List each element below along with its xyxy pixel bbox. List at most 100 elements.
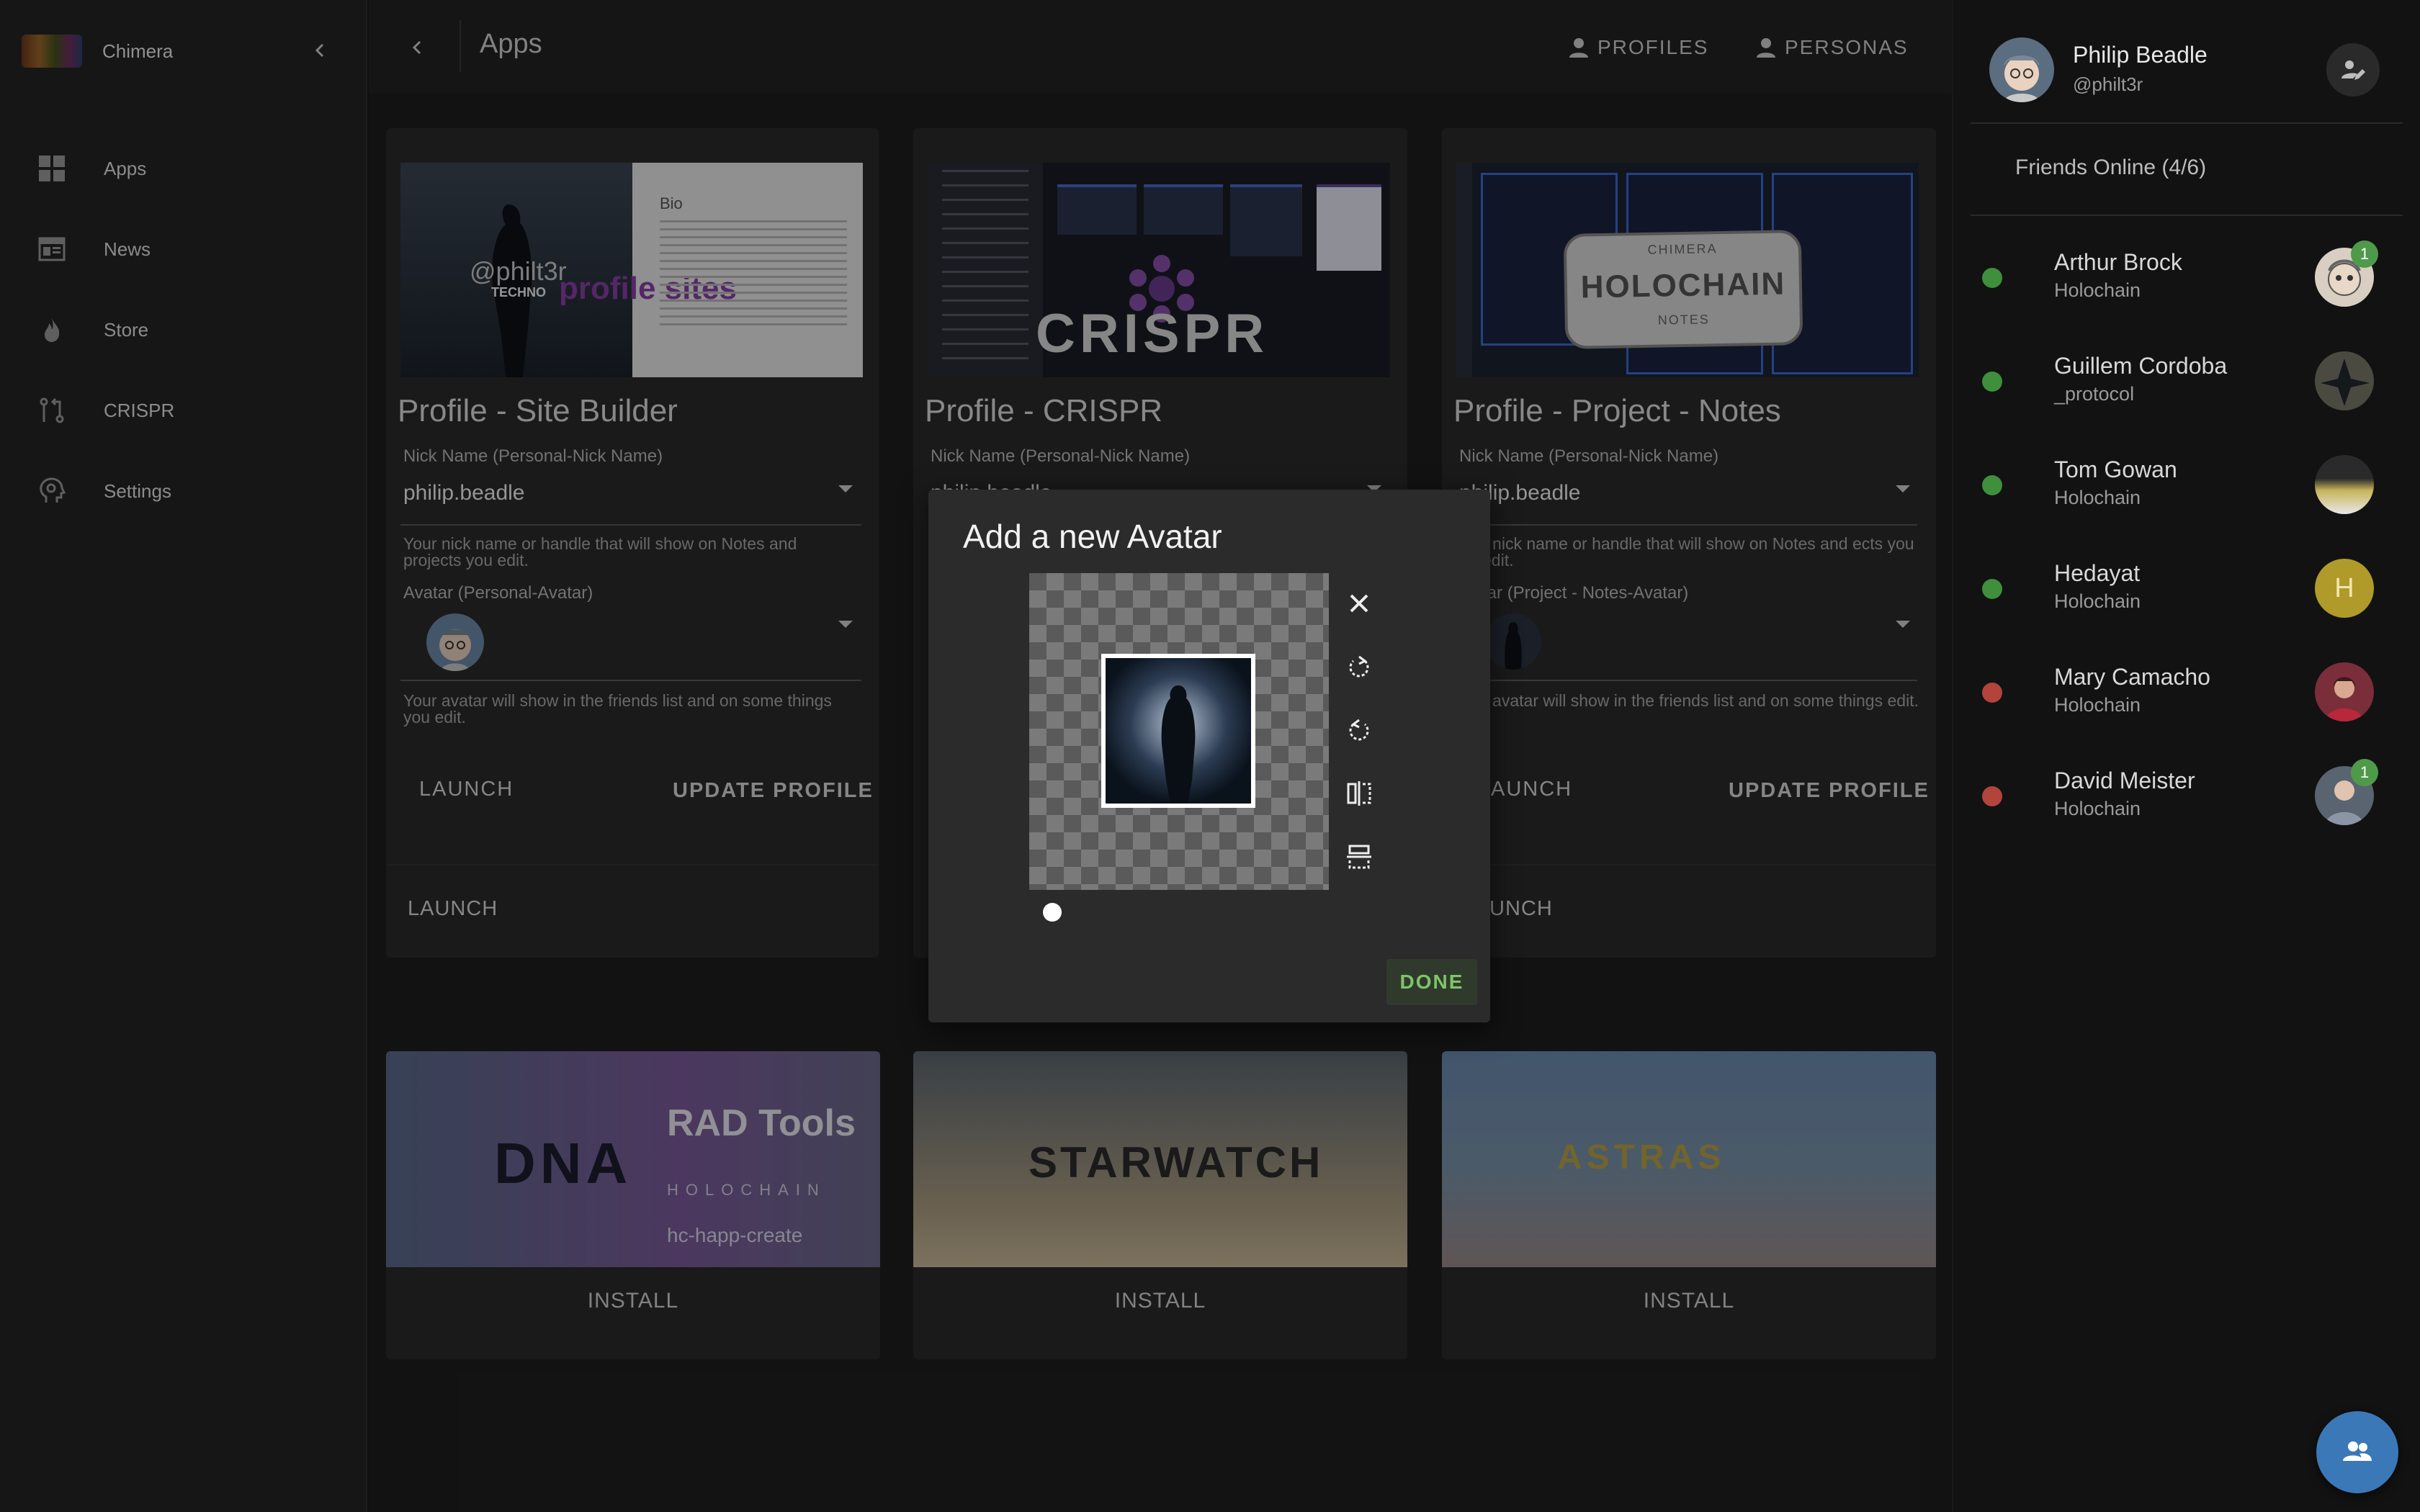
friend-item[interactable]: Arthur Brock Holochain 1: [1953, 238, 2420, 341]
personas-button[interactable]: PERSONAS: [1754, 32, 1909, 63]
nick-field-value[interactable]: philip.beadle: [403, 481, 524, 505]
friend-item[interactable]: David Meister Holochain 1: [1953, 756, 2420, 860]
user-name: Philip Beadle: [2073, 42, 2208, 68]
dropdown-arrow-icon[interactable]: [838, 485, 853, 492]
flip-vertical-icon: [1347, 845, 1371, 869]
sidebar-item-apps[interactable]: Apps: [0, 128, 367, 209]
update-profile-button[interactable]: UPDATE PROFILE: [673, 779, 874, 803]
head-gear-icon: [36, 475, 68, 507]
avatar-crop-area[interactable]: [1029, 573, 1329, 890]
install-card-astras: ASTRAS INSTALL: [1442, 1051, 1936, 1359]
install-button[interactable]: INSTALL: [1442, 1289, 1936, 1313]
friend-name: David Meister: [2054, 768, 2195, 793]
flip-vertical-button[interactable]: [1339, 837, 1379, 877]
user-avatar[interactable]: [1989, 37, 2054, 102]
chevron-left-icon: [412, 40, 421, 55]
add-avatar-dialog: Add a new Avatar DONE: [928, 490, 1490, 1022]
edit-profile-button[interactable]: [2326, 43, 2380, 96]
field-underline: [1456, 680, 1917, 681]
online-status-dot: [1982, 579, 2002, 599]
friend-org: Holochain: [2054, 694, 2141, 716]
friend-org: Holochain: [2054, 590, 2141, 612]
done-button[interactable]: DONE: [1386, 959, 1477, 1005]
friend-item[interactable]: Mary Camacho Holochain: [1953, 652, 2420, 756]
bio-lines: [660, 220, 847, 328]
nick-field-label: Nick Name (Personal-Nick Name): [931, 446, 1191, 466]
dropdown-arrow-icon[interactable]: [838, 621, 853, 628]
field-underline: [400, 680, 861, 681]
bio-text: Bio: [660, 194, 683, 212]
offline-status-dot: [1982, 683, 2002, 703]
profiles-label: PROFILES: [1597, 36, 1709, 58]
install-card-rad-tools: DNA RAD Tools HOLOCHAIN hc-happ-create I…: [386, 1051, 880, 1359]
card-title: Profile - Project - Notes: [1453, 393, 1781, 428]
user-handle: @philt3r: [2073, 73, 2143, 95]
rotate-left-icon: [1349, 719, 1369, 741]
app-thumbnail: CRISPR: [928, 163, 1390, 377]
app-card-site-builder: @philt3r TECHNO profile sites Bio Profil…: [386, 128, 879, 958]
close-icon: [1350, 594, 1368, 613]
footer-launch-button[interactable]: UNCH: [1489, 897, 1553, 921]
app-thumbnail: DNA RAD Tools HOLOCHAIN hc-happ-create: [386, 1051, 880, 1267]
personas-label: PERSONAS: [1785, 36, 1909, 58]
flip-horizontal-button[interactable]: [1339, 773, 1379, 814]
sidebar-item-news[interactable]: News: [0, 209, 367, 289]
zoom-slider-handle[interactable]: [1043, 903, 1062, 922]
friend-org: Holochain: [2054, 798, 2141, 819]
sidebar-item-label: Settings: [104, 480, 171, 502]
sidebar-item-label: Apps: [104, 157, 147, 179]
friend-avatar: [2315, 455, 2374, 514]
avatar-field-label: Avatar (Personal-Avatar): [403, 583, 593, 603]
friend-item[interactable]: Tom Gowan Holochain: [1953, 445, 2420, 549]
dropdown-arrow-icon[interactable]: [1896, 485, 1910, 492]
friend-name: Mary Camacho: [2054, 664, 2210, 690]
unread-badge: 1: [2351, 240, 2378, 268]
top-bar: Apps PROFILES PERSONAS: [369, 0, 1952, 94]
sidebar-item-store[interactable]: Store: [0, 289, 367, 370]
online-status-dot: [1982, 268, 2002, 288]
friends-fab-button[interactable]: [2316, 1411, 2398, 1493]
git-compare-icon: [36, 395, 68, 426]
rotate-left-button[interactable]: [1339, 710, 1379, 750]
brand[interactable]: Chimera: [22, 35, 173, 68]
collapse-sidebar-button[interactable]: [306, 36, 335, 65]
sidebar-nav: Apps News Store CRISPR Settings: [0, 128, 367, 531]
app-card-notes: CHIMERA HOLOCHAIN NOTES Profile - Projec…: [1442, 128, 1936, 958]
sidebar-item-crispr[interactable]: CRISPR: [0, 370, 367, 451]
card-title: Profile - Site Builder: [398, 393, 678, 428]
friend-name: Hedayat: [2054, 560, 2141, 586]
install-button[interactable]: INSTALL: [913, 1289, 1407, 1313]
person-icon: [1754, 36, 1778, 59]
dropdown-arrow-icon[interactable]: [1896, 621, 1910, 628]
footer-launch-button[interactable]: LAUNCH: [408, 897, 498, 921]
friend-item[interactable]: Guillem Cordoba _protocol: [1953, 341, 2420, 445]
friend-avatar-initial: H: [2315, 559, 2374, 618]
crispr-logo-text: CRISPR: [1036, 303, 1269, 364]
friend-item[interactable]: Hedayat Holochain H: [1953, 549, 2420, 652]
app-thumbnail: STARWATCH: [913, 1051, 1407, 1267]
close-crop-button[interactable]: [1339, 583, 1379, 624]
nick-field-label: Nick Name (Personal-Nick Name): [403, 446, 663, 466]
divider: [1971, 122, 2403, 124]
friend-org: _protocol: [2054, 383, 2135, 405]
install-button[interactable]: INSTALL: [386, 1289, 880, 1313]
avatar-helper-text: r avatar will show in the friends list a…: [1482, 691, 1919, 710]
avatar-field-label: tar (Project - Notes-Avatar): [1482, 583, 1689, 603]
avatar-preview[interactable]: [426, 613, 484, 671]
crop-selection[interactable]: [1101, 654, 1255, 808]
back-button[interactable]: [396, 32, 439, 63]
launch-button[interactable]: AUNCH: [1491, 778, 1572, 801]
launch-button[interactable]: LAUNCH: [419, 778, 514, 801]
rotate-right-button[interactable]: [1339, 647, 1379, 687]
friend-avatar: [2315, 662, 2374, 721]
avatar-preview[interactable]: [1485, 613, 1541, 670]
profiles-button[interactable]: PROFILES: [1567, 32, 1708, 63]
offline-status-dot: [1982, 786, 2002, 806]
sidebar-item-settings[interactable]: Settings: [0, 451, 367, 531]
fire-icon: [36, 314, 68, 346]
update-profile-button[interactable]: UPDATE PROFILE: [1729, 779, 1930, 803]
sidebar-item-label: Store: [104, 318, 149, 341]
app-thumbnail: ASTRAS: [1442, 1051, 1936, 1267]
friend-name: Tom Gowan: [2054, 456, 2177, 482]
rotate-right-icon: [1349, 655, 1369, 678]
